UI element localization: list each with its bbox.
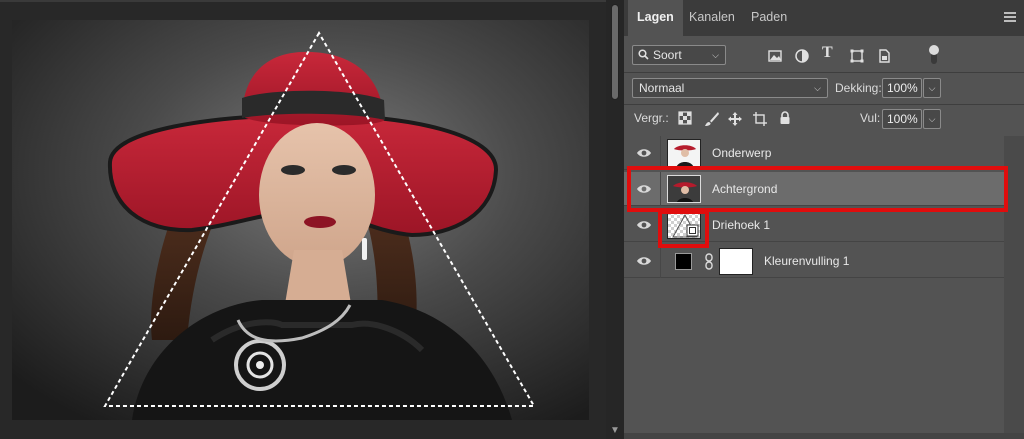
opacity-dropdown-chevron-icon[interactable]: ⌵ bbox=[923, 78, 941, 98]
eye-icon[interactable] bbox=[636, 219, 652, 231]
opacity-field[interactable]: 100% bbox=[882, 78, 922, 98]
separator bbox=[624, 104, 1024, 105]
lock-pixels-icon[interactable] bbox=[678, 111, 692, 125]
filter-row: Soort ⌵ T bbox=[624, 43, 1024, 67]
document-canvas[interactable] bbox=[0, 0, 606, 439]
layer-name: Kleurenvulling 1 bbox=[764, 254, 850, 268]
tab-paden[interactable]: Paden bbox=[742, 0, 796, 36]
layer-row-onderwerp[interactable]: Onderwerp bbox=[624, 136, 1004, 170]
link-icon[interactable] bbox=[704, 253, 714, 270]
visibility-column-divider bbox=[660, 136, 661, 170]
blend-mode-dropdown[interactable]: Normaal ⌵ bbox=[632, 78, 828, 98]
type-filter-icon[interactable]: T bbox=[822, 44, 833, 62]
layer-row-kleurenvulling-1[interactable]: Kleurenvulling 1 bbox=[624, 244, 1004, 278]
layer-name: Onderwerp bbox=[712, 146, 772, 160]
lock-artboard-icon[interactable] bbox=[752, 111, 768, 127]
filter-kind-label: Soort bbox=[653, 48, 682, 62]
lock-all-icon[interactable] bbox=[777, 110, 793, 126]
chevron-down-icon: ⌵ bbox=[814, 83, 821, 93]
visibility-column-divider bbox=[660, 244, 661, 278]
panel-tabbar: Lagen Kanalen Paden bbox=[624, 0, 1024, 36]
separator bbox=[624, 72, 1024, 73]
pixel-filter-icon[interactable] bbox=[767, 48, 783, 64]
layer-thumbnail bbox=[667, 139, 701, 167]
blend-row: Normaal ⌵ Dekking: 100% ⌵ bbox=[624, 76, 1024, 100]
filter-kind-dropdown[interactable]: Soort ⌵ bbox=[632, 45, 726, 65]
canvas-image[interactable] bbox=[12, 20, 589, 420]
canvas-vertical-scrollbar[interactable]: ▼ bbox=[606, 0, 624, 439]
portrait-artwork bbox=[12, 20, 589, 420]
layer-name: Driehoek 1 bbox=[712, 218, 771, 232]
lock-row: Vergr.: Vul: 100% ⌵ bbox=[624, 107, 1024, 131]
canvas-top-edge bbox=[0, 0, 606, 2]
layers-panel: Lagen Kanalen Paden Soort ⌵ T Normaal ⌵ bbox=[624, 0, 1024, 439]
lock-label: Vergr.: bbox=[634, 111, 669, 125]
smartobject-filter-icon[interactable] bbox=[876, 48, 892, 64]
highlight-driehoek-thumbnail-box bbox=[658, 210, 709, 248]
panel-menu-icon[interactable] bbox=[1004, 12, 1016, 22]
photoshop-window: ▼ Lagen Kanalen Paden Soort ⌵ T Normaal … bbox=[0, 0, 1024, 439]
fill-label: Vul: bbox=[860, 111, 881, 125]
eye-icon[interactable] bbox=[636, 255, 652, 267]
fill-dropdown-chevron-icon[interactable]: ⌵ bbox=[923, 109, 941, 129]
lock-paint-icon[interactable] bbox=[704, 111, 720, 127]
opacity-label: Dekking: bbox=[835, 81, 882, 95]
chevron-down-icon: ⌵ bbox=[712, 50, 719, 60]
scrollbar-thumb[interactable] bbox=[611, 4, 619, 100]
blend-mode-value: Normaal bbox=[639, 81, 685, 95]
layer-mask-thumbnail[interactable] bbox=[719, 248, 753, 275]
tab-lagen[interactable]: Lagen bbox=[628, 0, 683, 36]
filter-toggle-icon[interactable] bbox=[928, 44, 940, 66]
shape-filter-icon[interactable] bbox=[849, 48, 865, 64]
highlight-achtergrond-box bbox=[627, 166, 1008, 212]
adjustment-filter-icon[interactable] bbox=[794, 48, 810, 64]
panel-bottom-bar bbox=[624, 433, 1024, 439]
scroll-down-arrow-icon[interactable]: ▼ bbox=[610, 425, 620, 436]
fill-field[interactable]: 100% bbox=[882, 109, 922, 129]
fill-color-swatch[interactable] bbox=[675, 253, 692, 270]
lock-move-icon[interactable] bbox=[727, 111, 743, 127]
search-icon bbox=[638, 49, 649, 60]
tab-kanalen[interactable]: Kanalen bbox=[680, 0, 744, 36]
eye-icon[interactable] bbox=[636, 147, 652, 159]
